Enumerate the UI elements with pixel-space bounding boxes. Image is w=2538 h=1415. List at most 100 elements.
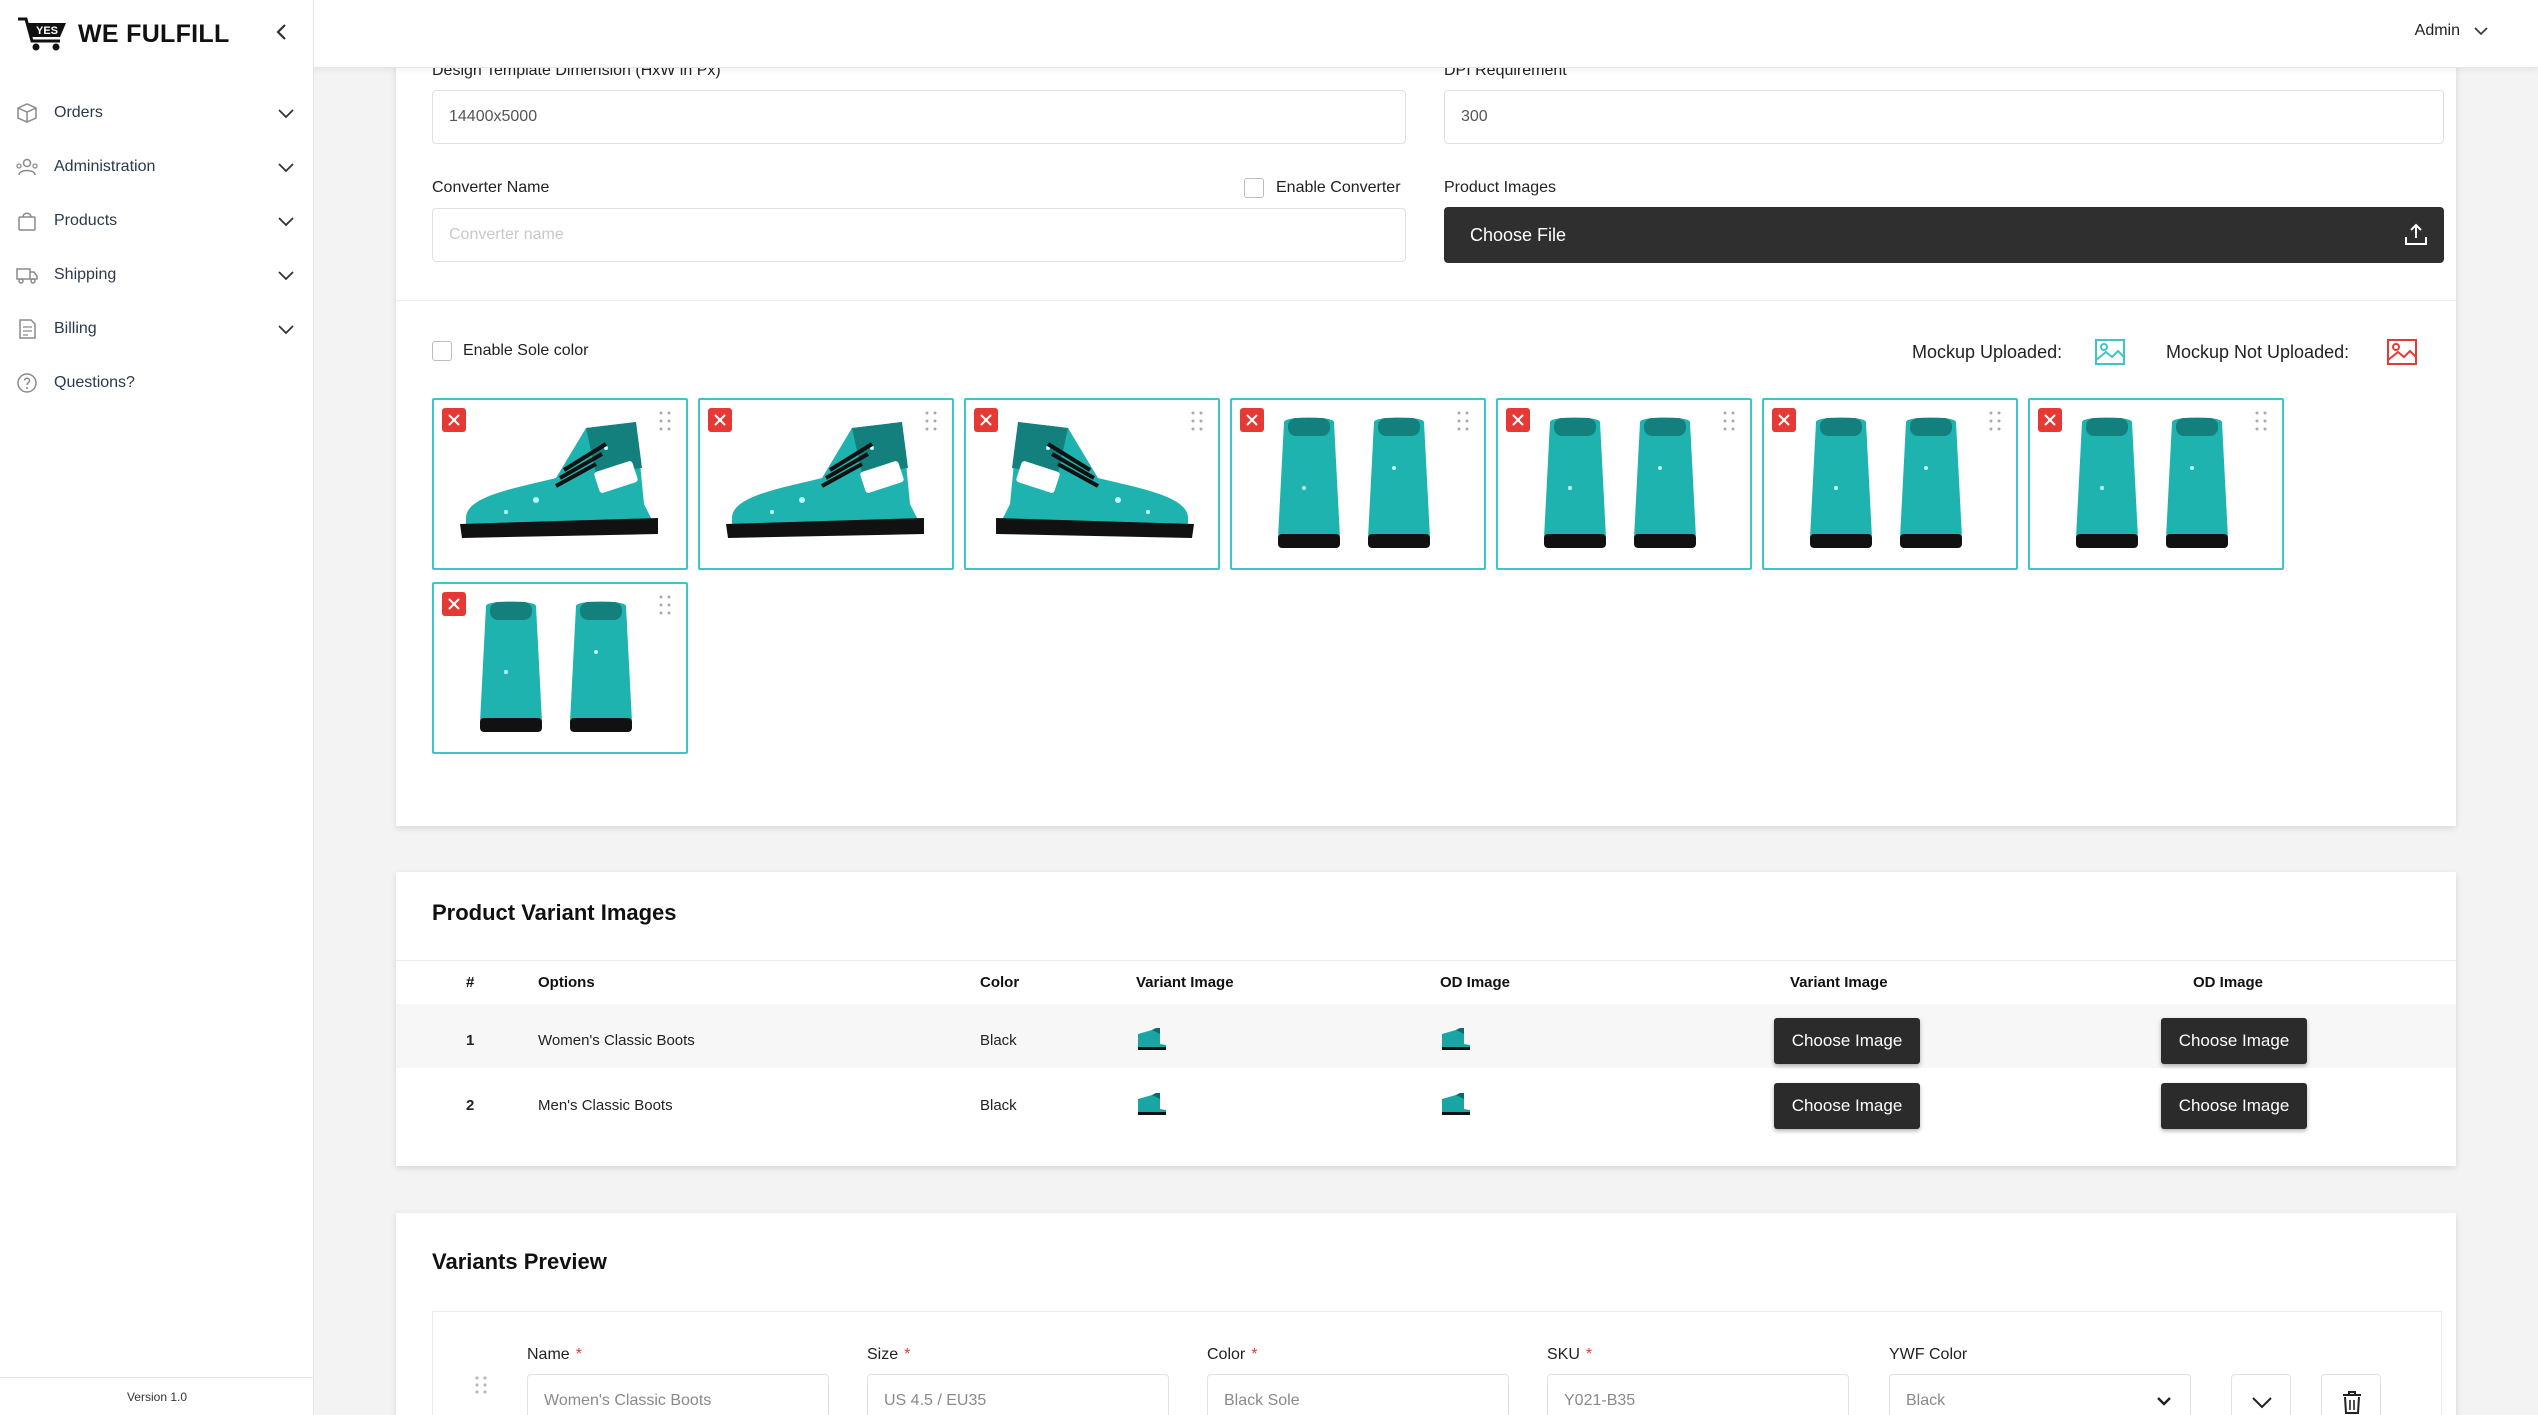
variant-image-thumbnail bbox=[1138, 1093, 1166, 1115]
drag-handle-icon[interactable] bbox=[658, 410, 672, 432]
column-header: # bbox=[466, 974, 475, 991]
sidebar-item-administration[interactable]: Administration bbox=[0, 140, 314, 194]
chevron-down-icon[interactable] bbox=[276, 265, 296, 285]
drag-handle-icon[interactable] bbox=[1722, 410, 1736, 432]
variant-size-input[interactable]: US 4.5 / EU35 bbox=[867, 1374, 1169, 1415]
trash-icon bbox=[2343, 1391, 2361, 1414]
chevron-left-icon bbox=[276, 24, 286, 40]
product-image-thumbnail[interactable] bbox=[432, 582, 688, 754]
logo-mark-text: YES bbox=[36, 25, 58, 37]
invoice-icon bbox=[14, 316, 40, 342]
enable-sole-color-checkbox[interactable] bbox=[432, 341, 452, 361]
upload-icon bbox=[2405, 223, 2427, 245]
column-header: Options bbox=[538, 974, 595, 991]
column-header: Variant Image bbox=[1136, 974, 1234, 991]
row-option: Men's Classic Boots bbox=[538, 1097, 673, 1114]
chevron-down-icon bbox=[2157, 1397, 2171, 1406]
brand-name: WE FULFILL bbox=[78, 19, 230, 48]
converter-name-label: Converter Name bbox=[432, 179, 550, 196]
users-icon bbox=[14, 154, 40, 180]
close-icon bbox=[2044, 414, 2056, 426]
section-title: Variants Preview bbox=[432, 1249, 607, 1274]
choose-variant-image-button[interactable]: Choose Image bbox=[1774, 1083, 1920, 1129]
remove-image-button[interactable] bbox=[442, 592, 466, 616]
collapse-sidebar-button[interactable] bbox=[268, 18, 296, 46]
chevron-down-icon[interactable] bbox=[276, 211, 296, 231]
variant-name-input[interactable]: Women's Classic Boots bbox=[527, 1374, 829, 1415]
variant-color-label: Color * bbox=[1207, 1346, 1258, 1363]
drag-handle-icon[interactable] bbox=[1456, 410, 1470, 432]
chevron-down-icon[interactable] bbox=[276, 103, 296, 123]
boot-image bbox=[1278, 417, 1430, 548]
variant-color-input[interactable]: Black Sole bbox=[1207, 1374, 1509, 1415]
boot-image bbox=[480, 601, 632, 732]
sidebar-item-questions[interactable]: Questions? bbox=[0, 356, 314, 410]
design-template-input[interactable]: 14400x5000 bbox=[432, 90, 1406, 144]
product-image-thumbnail[interactable] bbox=[964, 398, 1220, 570]
variant-sku-label: SKU * bbox=[1547, 1346, 1593, 1363]
row-number: 2 bbox=[466, 1097, 475, 1114]
sidebar-item-label: Products bbox=[54, 212, 118, 229]
choose-od-image-button[interactable]: Choose Image bbox=[2161, 1083, 2307, 1129]
table-row bbox=[396, 1004, 2456, 1068]
remove-image-button[interactable] bbox=[1240, 408, 1264, 432]
drag-handle-icon[interactable] bbox=[1988, 410, 2002, 432]
product-image-thumbnail[interactable] bbox=[1762, 398, 2018, 570]
sidebar-item-shipping[interactable]: Shipping bbox=[0, 248, 314, 302]
chevron-down-icon[interactable] bbox=[276, 157, 296, 177]
choose-file-button[interactable]: Choose File bbox=[1444, 207, 2444, 263]
enable-sole-color-label: Enable Sole color bbox=[463, 342, 589, 359]
boot-image bbox=[1544, 417, 1696, 548]
remove-image-button[interactable] bbox=[1772, 408, 1796, 432]
variants-preview-card: Variants Preview Name * Women's Classic B… bbox=[396, 1213, 2456, 1415]
boot-image bbox=[1810, 417, 1962, 548]
drag-handle-icon[interactable] bbox=[658, 594, 672, 616]
sidebar-item-billing[interactable]: Billing bbox=[0, 302, 314, 356]
dpi-input[interactable]: 300 bbox=[1444, 90, 2444, 144]
close-icon bbox=[1778, 414, 1790, 426]
sidebar-item-label: Shipping bbox=[54, 266, 117, 283]
remove-image-button[interactable] bbox=[974, 408, 998, 432]
boot-image bbox=[460, 422, 658, 538]
product-image-thumbnail[interactable] bbox=[698, 398, 954, 570]
user-menu[interactable]: Admin bbox=[2415, 22, 2490, 40]
user-name: Admin bbox=[2414, 22, 2460, 39]
product-image-thumbnail[interactable] bbox=[1230, 398, 1486, 570]
delete-variant-button[interactable] bbox=[2321, 1374, 2381, 1415]
column-header: OD Image bbox=[1440, 974, 1511, 991]
boot-image bbox=[726, 422, 924, 538]
boot-image bbox=[2076, 417, 2228, 548]
sidebar: YES WE FULFILL Orders Administration Pro bbox=[0, 0, 314, 1415]
drag-handle-icon[interactable] bbox=[473, 1374, 489, 1396]
variant-name-label: Name * bbox=[527, 1346, 582, 1363]
expand-variant-button[interactable] bbox=[2231, 1374, 2291, 1415]
brand-logo[interactable]: YES WE FULFILL bbox=[16, 14, 230, 54]
product-image-thumbnail[interactable] bbox=[432, 398, 688, 570]
image-not-uploaded-icon bbox=[2387, 339, 2417, 365]
table-divider bbox=[396, 960, 2456, 961]
drag-handle-icon[interactable] bbox=[2254, 410, 2268, 432]
box-icon bbox=[14, 100, 40, 126]
remove-image-button[interactable] bbox=[442, 408, 466, 432]
choose-od-image-button[interactable]: Choose Image bbox=[2161, 1018, 2307, 1064]
sidebar-item-orders[interactable]: Orders bbox=[0, 86, 314, 140]
enable-converter-label: Enable Converter bbox=[1276, 179, 1401, 196]
drag-handle-icon[interactable] bbox=[924, 410, 938, 432]
od-image-thumbnail bbox=[1442, 1028, 1470, 1050]
enable-converter-checkbox[interactable] bbox=[1244, 178, 1264, 198]
ywf-color-select[interactable]: Black bbox=[1889, 1374, 2191, 1415]
choose-variant-image-button[interactable]: Choose Image bbox=[1774, 1018, 1920, 1064]
remove-image-button[interactable] bbox=[2038, 408, 2062, 432]
variant-sku-input[interactable]: Y021-B35 bbox=[1547, 1374, 1849, 1415]
chevron-down-icon[interactable] bbox=[276, 319, 296, 339]
converter-name-input[interactable]: Converter name bbox=[432, 208, 1406, 262]
remove-image-button[interactable] bbox=[1506, 408, 1530, 432]
section-title: Product Variant Images bbox=[432, 900, 677, 925]
sidebar-item-products[interactable]: Products bbox=[0, 194, 314, 248]
product-image-thumbnail[interactable] bbox=[1496, 398, 1752, 570]
drag-handle-icon[interactable] bbox=[1190, 410, 1204, 432]
product-image-thumbnail[interactable] bbox=[2028, 398, 2284, 570]
close-icon bbox=[448, 598, 460, 610]
remove-image-button[interactable] bbox=[708, 408, 732, 432]
variant-row-card: Name * Women's Classic Boots Size * US 4.5… bbox=[432, 1311, 2442, 1415]
